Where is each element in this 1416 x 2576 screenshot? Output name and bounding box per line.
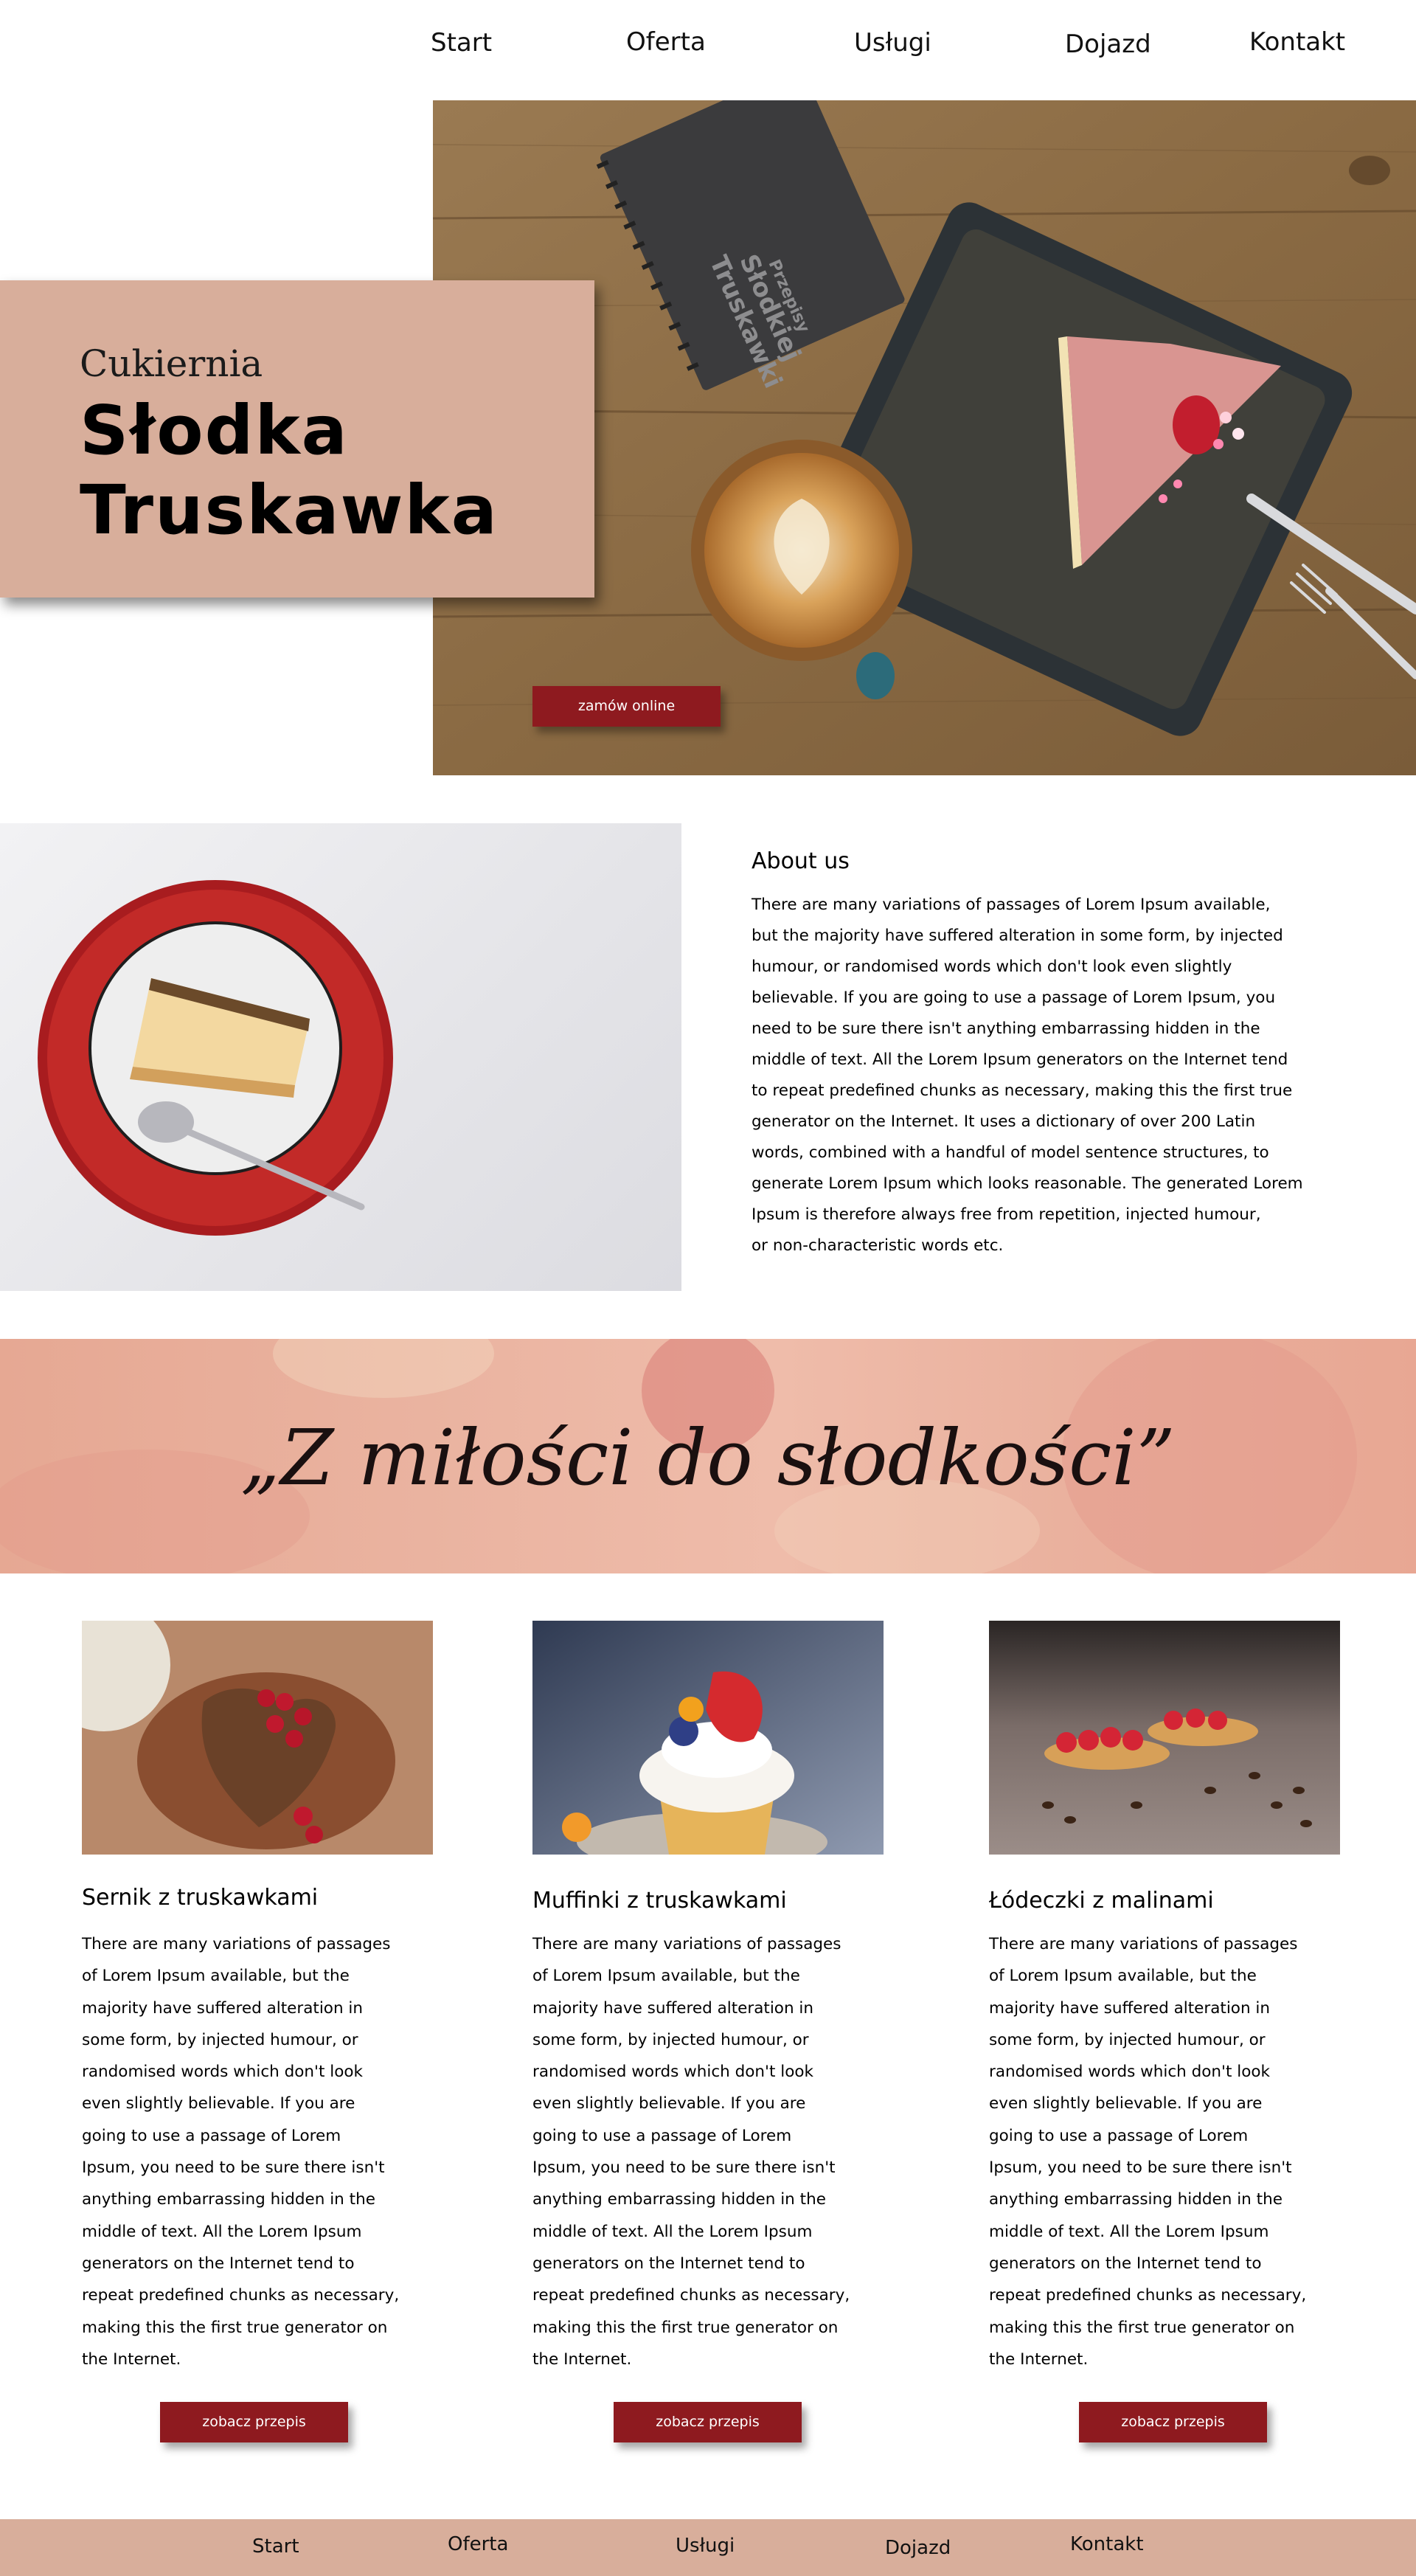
cheesecake-plate-illustration: [38, 880, 393, 1236]
card-title-cheesecake: Sernik z truskawkami: [82, 1885, 319, 1911]
card-title-tartlets: Łódeczki z malinami: [989, 1888, 1214, 1914]
footer-kontakt-link[interactable]: Kontakt: [1070, 2533, 1144, 2555]
hero-title: Słodka Truskawka: [80, 391, 499, 550]
card-line: repeat predefined chunks as necessary,: [532, 2286, 850, 2305]
card-line: some form, by injected humour, or: [532, 2030, 809, 2049]
footer-start-link[interactable]: Start: [252, 2535, 299, 2558]
about-line: humour, or randomised words which don't …: [752, 958, 1232, 976]
card-line: There are many variations of passages: [989, 1935, 1298, 1953]
card-line: making this the first true generator on: [532, 2318, 839, 2337]
card-line: generators on the Internet tend to: [82, 2254, 355, 2273]
card-line: going to use a passage of Lorem: [82, 2126, 341, 2145]
footer-nav: Start Oferta Usługi Dojazd Kontakt: [0, 2519, 1416, 2576]
about-heading: About us: [752, 848, 850, 874]
about-line: words, combined with a handful of model …: [752, 1143, 1269, 1162]
nav-uslugi-link[interactable]: Usługi: [854, 28, 931, 58]
footer-dojazd-link[interactable]: Dojazd: [885, 2537, 951, 2559]
card-cheesecake-illustration: [82, 1621, 433, 1855]
card-line: There are many variations of passages: [532, 1935, 841, 1953]
card-line: even slightly believable. If you are: [532, 2094, 806, 2113]
footer-uslugi-link[interactable]: Usługi: [676, 2535, 735, 2557]
card-line: even slightly believable. If you are: [989, 2094, 1263, 2113]
card-text-tartlets: There are many variations of passages of…: [989, 1928, 1349, 2375]
card-line: of Lorem Ipsum available, but the: [989, 1967, 1257, 1986]
about-line: but the majority have suffered alteratio…: [752, 927, 1283, 945]
card-line: the Internet.: [532, 2350, 632, 2369]
card-line: majority have suffered alteration in: [532, 1998, 814, 2018]
card-line: even slightly believable. If you are: [82, 2094, 355, 2113]
card-line: repeat predefined chunks as necessary,: [82, 2286, 400, 2305]
quote-banner: „Z miłości do słodkości”: [0, 1339, 1416, 1573]
card-line: anything embarrassing hidden in the: [989, 2190, 1283, 2209]
card-line: some form, by injected humour, or: [82, 2030, 358, 2049]
about-line: generate Lorem Ipsum which looks reasona…: [752, 1174, 1303, 1193]
card-line: generators on the Internet tend to: [989, 2254, 1262, 2273]
card-line: of Lorem Ipsum available, but the: [82, 1967, 350, 1986]
card-line: anything embarrassing hidden in the: [82, 2190, 375, 2209]
card-line: Ipsum, you need to be sure there isn't: [82, 2158, 385, 2178]
about-line: middle of text. All the Lorem Ipsum gene…: [752, 1050, 1288, 1069]
card-line: randomised words which don't look: [532, 2063, 813, 2082]
about-line: to repeat predefined chunks as necessary…: [752, 1081, 1293, 1100]
about-line: generator on the Internet. It uses a dic…: [752, 1112, 1256, 1131]
recipe-button-cheesecake[interactable]: zobacz przepis: [160, 2402, 348, 2442]
card-line: going to use a passage of Lorem: [989, 2126, 1249, 2145]
card-image-tartlets: [989, 1621, 1340, 1855]
hero-title-line2: Truskawka: [80, 471, 499, 550]
hero-title-card: Cukiernia Słodka Truskawka: [0, 280, 594, 598]
about-line: need to be sure there isn't anything emb…: [752, 1019, 1260, 1038]
card-line: Ipsum, you need to be sure there isn't: [532, 2158, 836, 2178]
about-line: believable. If you are going to use a pa…: [752, 988, 1276, 1007]
nav-start-link[interactable]: Start: [431, 28, 492, 58]
banner-quote: „Z miłości do słodkości”: [240, 1413, 1176, 1503]
card-text-muffins: There are many variations of passages of…: [532, 1928, 892, 2375]
card-line: making this the first true generator on: [82, 2318, 388, 2337]
card-line: of Lorem Ipsum available, but the: [532, 1967, 800, 1986]
nav-oferta-link[interactable]: Oferta: [626, 27, 706, 57]
card-line: majority have suffered alteration in: [989, 1998, 1271, 2018]
card-line: anything embarrassing hidden in the: [532, 2190, 826, 2209]
recipe-button-muffins[interactable]: zobacz przepis: [614, 2402, 802, 2442]
hero-title-line1: Słodka: [80, 391, 349, 470]
card-line: There are many variations of passages: [82, 1935, 391, 1953]
card-line: generators on the Internet tend to: [532, 2254, 805, 2273]
card-line: randomised words which don't look: [82, 2063, 363, 2082]
card-image-muffins: [532, 1621, 884, 1855]
about-line: There are many variations of passages of…: [752, 896, 1271, 914]
card-line: some form, by injected humour, or: [989, 2030, 1266, 2049]
card-line: middle of text. All the Lorem Ipsum: [82, 2222, 362, 2241]
nav-dojazd-link[interactable]: Dojazd: [1065, 30, 1151, 59]
about-photo: [0, 823, 681, 1291]
nav-kontakt-link[interactable]: Kontakt: [1249, 27, 1345, 57]
about-line: Ipsum is therefore always free from repe…: [752, 1205, 1261, 1224]
card-line: middle of text. All the Lorem Ipsum: [989, 2222, 1269, 2241]
about-text: There are many variations of passages of…: [752, 890, 1349, 1261]
card-line: middle of text. All the Lorem Ipsum: [532, 2222, 813, 2241]
card-line: majority have suffered alteration in: [82, 1998, 364, 2018]
footer-oferta-link[interactable]: Oferta: [448, 2533, 508, 2555]
hero-subtitle: Cukiernia: [80, 342, 263, 385]
card-line: repeat predefined chunks as necessary,: [989, 2286, 1307, 2305]
card-line: Ipsum, you need to be sure there isn't: [989, 2158, 1292, 2178]
card-line: the Internet.: [82, 2350, 181, 2369]
card-line: making this the first true generator on: [989, 2318, 1295, 2337]
order-online-button[interactable]: zamów online: [532, 686, 721, 727]
card-line: randomised words which don't look: [989, 2063, 1270, 2082]
card-line: the Internet.: [989, 2350, 1089, 2369]
card-image-cheesecake: [82, 1621, 433, 1855]
card-title-muffins: Muffinki z truskawkami: [532, 1888, 787, 1914]
about-line: or non-characteristic words etc.: [752, 1236, 1004, 1255]
card-muffin-illustration: [532, 1621, 884, 1855]
card-line: going to use a passage of Lorem: [532, 2126, 792, 2145]
card-tartlet-illustration: [989, 1621, 1340, 1855]
recipe-button-tartlets[interactable]: zobacz przepis: [1079, 2402, 1267, 2442]
card-text-cheesecake: There are many variations of passages of…: [82, 1928, 442, 2375]
